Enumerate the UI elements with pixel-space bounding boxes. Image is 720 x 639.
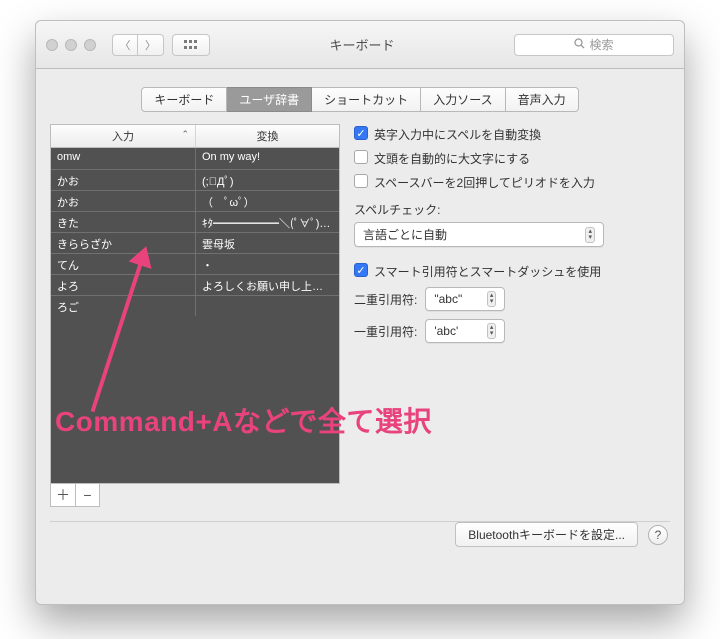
- tab-shortcuts[interactable]: ショートカット: [312, 87, 421, 112]
- cell-input: かお: [51, 170, 195, 190]
- cell-input: きららざか: [51, 233, 195, 253]
- cell-input: ろご: [51, 296, 195, 316]
- chevron-updown-icon: ▴▾: [585, 227, 595, 243]
- minimize-icon[interactable]: [65, 39, 77, 51]
- tab-keyboard[interactable]: キーボード: [141, 87, 227, 112]
- tab-dictation[interactable]: 音声入力: [506, 87, 579, 112]
- column-input[interactable]: 入力 ⌃: [51, 125, 195, 147]
- tab-bar: キーボード ユーザ辞書 ショートカット 入力ソース 音声入力: [36, 87, 684, 112]
- chevron-updown-icon: ▴▾: [487, 323, 497, 339]
- checkbox-label: スマート引用符とスマートダッシュを使用: [374, 263, 601, 280]
- sort-caret-icon: ⌃: [181, 129, 189, 140]
- table-body[interactable]: omwOn my way!かお(;ﾟДﾟ)かお（ ﾟωﾟ）きたｷﾀ━━━━━━＼…: [51, 148, 339, 483]
- search-input[interactable]: 検索: [514, 34, 674, 56]
- footer: Bluetoothキーボードを設定... ?: [36, 522, 684, 563]
- spellcheck-select[interactable]: 言語ごとに自動 ▴▾: [354, 222, 604, 247]
- grid-icon: [184, 40, 198, 50]
- cell-output: ・: [195, 254, 339, 274]
- content-area: 入力 ⌃ 変換 omwOn my way!かお(;ﾟДﾟ)かお（ ﾟωﾟ）きたｷ…: [36, 124, 684, 521]
- window-title: キーボード: [218, 35, 506, 54]
- checkbox-smart-quotes[interactable]: ✓ スマート引用符とスマートダッシュを使用: [354, 263, 670, 280]
- double-quotes-row: 二重引用符: "abc" ▴▾: [354, 287, 670, 311]
- select-value: 'abc': [434, 324, 458, 338]
- left-column: 入力 ⌃ 変換 omwOn my way!かお(;ﾟДﾟ)かお（ ﾟωﾟ）きたｷ…: [50, 124, 340, 507]
- search-icon: [574, 38, 585, 52]
- zoom-icon[interactable]: [84, 39, 96, 51]
- checkbox-icon: ✓: [354, 126, 368, 140]
- checkbox-icon: [354, 174, 368, 188]
- right-column: ✓ 英字入力中にスペルを自動変換 文頭を自動的に大文字にする スペースバーを2回…: [354, 124, 670, 507]
- table-row[interactable]: かお（ ﾟωﾟ）: [51, 190, 339, 211]
- table-row[interactable]: よろよろしくお願い申し上げま…: [51, 274, 339, 295]
- cell-output: 雲母坂: [195, 233, 339, 253]
- table-row[interactable]: ろご: [51, 295, 339, 316]
- tab-input-sources[interactable]: 入力ソース: [421, 87, 505, 112]
- checkbox-icon: [354, 150, 368, 164]
- table-row[interactable]: きたｷﾀ━━━━━━＼(ﾟ∀ﾟ)／…: [51, 211, 339, 232]
- select-value: 言語ごとに自動: [363, 226, 447, 243]
- cell-output: よろしくお願い申し上げま…: [195, 275, 339, 295]
- show-all-button[interactable]: [172, 34, 210, 56]
- window-controls: [46, 39, 96, 51]
- form-label: 二重引用符:: [354, 291, 417, 308]
- table-row[interactable]: きららざか雲母坂: [51, 232, 339, 253]
- cell-output: [195, 296, 339, 316]
- forward-button[interactable]: 〉: [138, 34, 164, 56]
- add-remove-controls: ＋ −: [50, 484, 100, 507]
- cell-input: よろ: [51, 275, 195, 295]
- cell-input: かお: [51, 191, 195, 211]
- remove-button[interactable]: −: [75, 484, 99, 506]
- checkbox-double-space-period[interactable]: スペースバーを2回押してピリオドを入力: [354, 174, 670, 191]
- column-output[interactable]: 変換: [195, 125, 339, 147]
- double-quotes-select[interactable]: "abc" ▴▾: [425, 287, 505, 311]
- table-header: 入力 ⌃ 変換: [51, 125, 339, 148]
- search-placeholder: 検索: [589, 36, 613, 53]
- checkbox-capitalize[interactable]: 文頭を自動的に大文字にする: [354, 150, 670, 167]
- tab-user-dictionary[interactable]: ユーザ辞書: [227, 87, 312, 112]
- select-value: "abc": [434, 292, 462, 306]
- preferences-window: 〈 〉 キーボード 検索 キーボード ユーザ辞書 ショートカット 入力ソース 音…: [35, 20, 685, 605]
- single-quotes-select[interactable]: 'abc' ▴▾: [425, 319, 505, 343]
- checkbox-icon: ✓: [354, 263, 368, 277]
- checkbox-label: 文頭を自動的に大文字にする: [374, 150, 530, 167]
- single-quotes-row: 一重引用符: 'abc' ▴▾: [354, 319, 670, 343]
- close-icon[interactable]: [46, 39, 58, 51]
- titlebar: 〈 〉 キーボード 検索: [36, 21, 684, 69]
- dictionary-table[interactable]: 入力 ⌃ 変換 omwOn my way!かお(;ﾟДﾟ)かお（ ﾟωﾟ）きたｷ…: [50, 124, 340, 484]
- cell-input: きた: [51, 212, 195, 232]
- checkbox-label: スペースバーを2回押してピリオドを入力: [374, 174, 595, 191]
- chevron-updown-icon: ▴▾: [487, 291, 497, 307]
- table-row[interactable]: かお(;ﾟДﾟ): [51, 169, 339, 190]
- cell-output: On my way!: [195, 148, 339, 169]
- add-button[interactable]: ＋: [51, 484, 75, 506]
- cell-output: (;ﾟДﾟ): [195, 170, 339, 190]
- table-row[interactable]: てん・: [51, 253, 339, 274]
- checkbox-label: 英字入力中にスペルを自動変換: [374, 126, 541, 143]
- cell-output: ｷﾀ━━━━━━＼(ﾟ∀ﾟ)／…: [195, 212, 339, 232]
- help-button[interactable]: ?: [648, 525, 668, 545]
- cell-input: omw: [51, 148, 195, 169]
- form-label: 一重引用符:: [354, 323, 417, 340]
- table-row[interactable]: omwOn my way!: [51, 148, 339, 169]
- cell-output: （ ﾟωﾟ）: [195, 191, 339, 211]
- cell-input: てん: [51, 254, 195, 274]
- spellcheck-label: スペルチェック:: [354, 201, 670, 218]
- bluetooth-keyboard-button[interactable]: Bluetoothキーボードを設定...: [455, 522, 638, 547]
- back-button[interactable]: 〈: [112, 34, 138, 56]
- nav-buttons: 〈 〉: [112, 34, 164, 56]
- checkbox-autocorrect[interactable]: ✓ 英字入力中にスペルを自動変換: [354, 126, 670, 143]
